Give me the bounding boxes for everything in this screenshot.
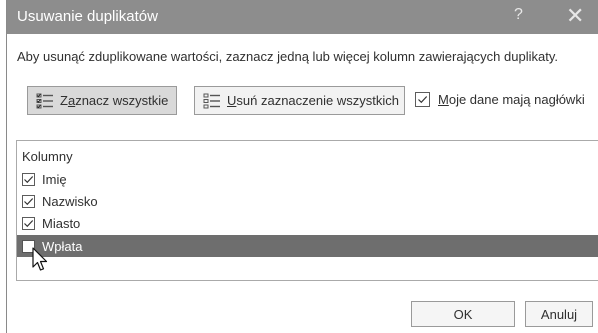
instruction-text: Aby usunąć zduplikowane wartości, zaznac… — [17, 49, 558, 64]
list-item[interactable]: Miasto — [17, 212, 598, 234]
dialog-title: Usuwanie duplikatów — [17, 8, 158, 25]
columns-listbox[interactable]: Kolumny Imię Nazwisko Miasto Wpłata — [16, 140, 598, 281]
list-item-label: Imię — [42, 171, 67, 187]
list-item[interactable]: Imię — [17, 168, 598, 190]
list-item-selected[interactable]: Wpłata — [17, 235, 598, 257]
pointer-cursor-icon — [32, 247, 48, 271]
check-icon — [24, 175, 34, 183]
headers-checkbox-label: Moje dane mają nagłówki — [438, 92, 585, 107]
columns-list-header: Kolumny — [22, 149, 73, 164]
list-item-label: Miasto — [42, 215, 81, 231]
remove-duplicates-dialog: Usuwanie duplikatów ? ✕ Aby usunąć zdupl… — [6, 0, 598, 333]
ok-button[interactable]: OK — [411, 301, 515, 327]
list-item[interactable]: Nazwisko — [17, 190, 598, 212]
cancel-button[interactable]: Anuluj — [525, 301, 593, 327]
select-all-label: Zaznacz wszystkie — [60, 93, 169, 108]
unselect-all-icon — [203, 92, 221, 110]
check-icon — [418, 96, 428, 104]
help-button[interactable]: ? — [514, 6, 523, 24]
close-button[interactable]: ✕ — [566, 2, 584, 30]
check-icon — [24, 197, 34, 205]
unselect-all-label: Usuń zaznaczenie wszystkich — [227, 93, 399, 108]
list-item-label: Nazwisko — [42, 193, 98, 209]
checkbox[interactable] — [22, 172, 35, 186]
headers-checkbox-box[interactable] — [415, 92, 430, 107]
check-icon — [24, 219, 34, 227]
checkbox[interactable] — [22, 216, 35, 230]
select-all-icon — [36, 92, 54, 110]
checkbox[interactable] — [22, 194, 35, 208]
headers-checkbox[interactable]: Moje dane mają nagłówki — [415, 92, 585, 107]
title-bar: Usuwanie duplikatów ? ✕ — [7, 0, 598, 34]
select-all-button[interactable]: Zaznacz wszystkie — [27, 86, 177, 115]
unselect-all-button[interactable]: Usuń zaznaczenie wszystkich — [194, 86, 405, 115]
